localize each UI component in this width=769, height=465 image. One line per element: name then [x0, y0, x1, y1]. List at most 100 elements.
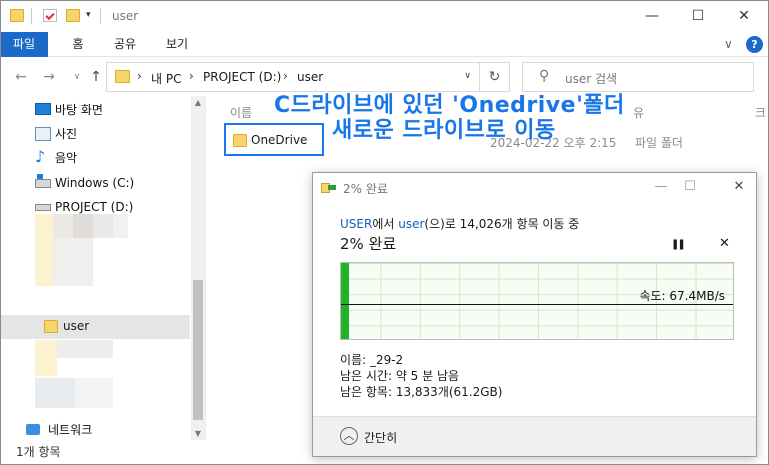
column-header-name[interactable]: 이름 — [230, 104, 252, 121]
time-remaining: 남은 시간: 약 5 분 남음 — [340, 369, 460, 383]
tab-file[interactable]: 파일 — [0, 32, 48, 57]
sidebar-item-label: Windows (C:) — [55, 176, 135, 190]
divider — [100, 8, 101, 24]
minimize-button[interactable]: — — [640, 6, 664, 26]
breadcrumb-separator: › — [283, 69, 288, 83]
navigation-pane: 바탕 화면 사진 ♪ 음악 Windows (C:) PROJECT (D:) … — [0, 96, 205, 440]
help-icon[interactable]: ? — [746, 36, 763, 53]
dialog-footer: ︿ 간단히 — [313, 416, 756, 456]
speed-label: 속도: 67.4MB/s — [639, 289, 725, 303]
sidebar-item-music[interactable]: ♪ 음악 — [35, 148, 78, 168]
pane-divider — [205, 96, 206, 440]
dialog-title: 2% 완료 — [343, 182, 388, 196]
sidebar-item-network[interactable]: 네트워크 — [26, 420, 93, 440]
customize-toolbar-icon[interactable]: ▾ — [86, 10, 91, 20]
blurred-region — [53, 214, 73, 238]
breadcrumb-separator: › — [137, 69, 142, 83]
scroll-up-icon[interactable]: ▲ — [191, 98, 205, 107]
blurred-region — [35, 214, 53, 286]
sidebar-item-label: 사진 — [55, 127, 78, 141]
cancel-button[interactable]: ✕ — [719, 236, 730, 251]
description-text: 에서 — [372, 217, 399, 231]
column-header-type[interactable]: 유 — [633, 104, 644, 121]
sidebar-item-desktop[interactable]: 바탕 화면 — [35, 100, 103, 120]
breadcrumb-user[interactable]: user — [297, 70, 323, 84]
maximize-button[interactable]: ☐ — [686, 6, 710, 26]
chevron-down-icon[interactable]: ∨ — [724, 35, 738, 53]
transfer-speed-graph: 속도: 67.4MB/s — [340, 262, 734, 340]
refresh-icon: ↻ — [488, 69, 501, 85]
title-bar: ▾ user — ☐ ✕ — [0, 0, 769, 32]
file-type: 파일 폴더 — [635, 136, 683, 150]
folder-icon — [115, 70, 130, 83]
current-item-name: 이름: _29-2 — [340, 353, 404, 367]
blurred-region — [53, 238, 93, 286]
breadcrumb-this-pc[interactable]: 내 PC — [151, 70, 181, 87]
tab-view[interactable]: 보기 — [160, 32, 194, 57]
address-dropdown-icon[interactable]: ∨ — [464, 71, 471, 81]
chevron-up-icon[interactable]: ︿ — [340, 427, 358, 445]
blurred-region — [113, 214, 128, 238]
window-title: user — [112, 9, 139, 23]
sidebar-item-label: 음악 — [55, 151, 78, 165]
blurred-region — [35, 378, 75, 408]
blurred-region — [35, 340, 57, 376]
folder-icon — [233, 134, 247, 147]
sidebar-item-drive-c[interactable]: Windows (C:) — [35, 173, 135, 193]
sidebar-item-label: PROJECT (D:) — [55, 200, 134, 214]
description-text: (으)로 14,026개 항목 이동 중 — [424, 217, 580, 231]
scroll-down-icon[interactable]: ▼ — [191, 429, 205, 438]
sidebar-scrollbar[interactable]: ▲ ▼ — [191, 96, 205, 440]
dialog-minimize-button[interactable]: — — [648, 176, 674, 198]
status-item-count: 1개 항목 — [16, 445, 61, 459]
file-name: OneDrive — [251, 133, 308, 147]
back-arrow-icon[interactable]: ← — [12, 68, 30, 86]
source-link[interactable]: USER — [340, 217, 372, 231]
network-icon — [26, 424, 40, 435]
ribbon-tabs: 파일 홈 공유 보기 ∨ ? — [0, 32, 769, 57]
file-row-onedrive[interactable]: OneDrive — [224, 123, 324, 156]
properties-icon[interactable] — [43, 9, 57, 22]
desktop-icon — [35, 103, 51, 115]
divider — [31, 8, 32, 24]
dialog-close-button[interactable]: ✕ — [726, 176, 752, 198]
new-folder-icon[interactable] — [66, 9, 80, 22]
music-icon: ♪ — [35, 147, 46, 166]
recent-locations-icon[interactable]: ∨ — [68, 68, 86, 86]
scrollbar-thumb[interactable] — [193, 280, 203, 420]
drive-d-icon — [35, 204, 51, 211]
tab-home[interactable]: 홈 — [66, 32, 90, 57]
items-remaining: 남은 항목: 13,833개(61.2GB) — [340, 385, 503, 399]
sidebar-item-label: user — [63, 319, 90, 333]
pause-button[interactable]: ❚❚ — [671, 239, 686, 250]
annotation-line-2: 새로운 드라이브로 이동 — [332, 118, 556, 143]
sidebar-item-label: 네트워크 — [48, 423, 93, 437]
less-details-button[interactable]: 간단히 — [364, 429, 397, 446]
sidebar-item-user[interactable]: user — [0, 315, 190, 339]
up-arrow-icon[interactable]: ↑ — [87, 68, 105, 86]
blurred-region — [57, 340, 113, 358]
progress-fill — [341, 263, 349, 339]
move-progress-dialog: 2% 완료 — ☐ ✕ USER에서 user(으)로 14,026개 항목 이… — [312, 172, 757, 457]
destination-link[interactable]: user — [398, 217, 424, 231]
column-header-size[interactable]: 크 — [755, 104, 766, 121]
progress-heading: 2% 완료 — [340, 235, 397, 253]
search-icon: ⚲ — [539, 68, 550, 84]
breadcrumb-separator: › — [189, 69, 194, 83]
drive-c-icon — [35, 174, 51, 188]
folder-icon — [44, 320, 58, 333]
move-icon — [321, 182, 337, 194]
tab-share[interactable]: 공유 — [108, 32, 142, 57]
blurred-region — [93, 214, 113, 238]
breadcrumb-project-drive[interactable]: PROJECT (D:) — [203, 70, 281, 84]
dialog-maximize-button: ☐ — [684, 179, 696, 194]
folder-icon — [10, 9, 24, 22]
close-button[interactable]: ✕ — [732, 6, 756, 26]
speed-line — [341, 304, 733, 305]
pictures-icon — [35, 127, 51, 141]
sidebar-item-label: 바탕 화면 — [55, 103, 103, 117]
blurred-region — [73, 214, 93, 238]
blurred-region — [75, 378, 113, 408]
sidebar-item-pictures[interactable]: 사진 — [35, 124, 78, 144]
forward-arrow-icon[interactable]: → — [40, 68, 58, 86]
